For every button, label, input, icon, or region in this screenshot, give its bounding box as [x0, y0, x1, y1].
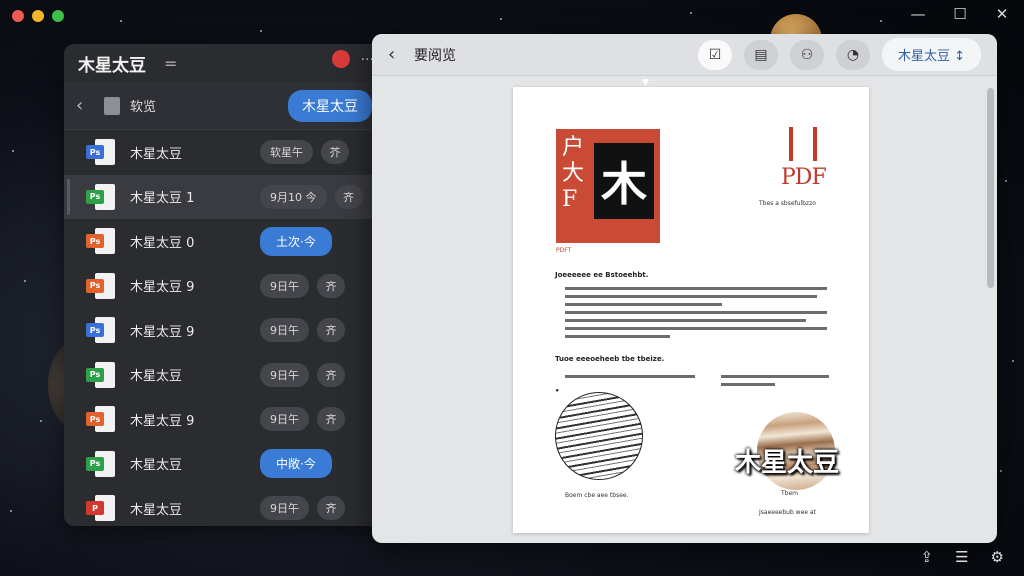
user-icon[interactable]: ⚇ — [789, 39, 824, 70]
bottom-toolbar: ⇪ ☰ ⚙ — [921, 548, 1004, 566]
file-list-panel: 木星太豆 = ··· ‹ 软览 木星太豆 Ps 木星太豆 软星午芥 Ps 木星太豆 19… — [64, 44, 384, 526]
close-icon[interactable]: ✕ — [994, 5, 1010, 23]
pdf-page: 户大F 木 PDFT PDF Tbes a sbsefulbzzo Joeeee… — [513, 87, 869, 533]
comment-icon[interactable]: ▤ — [743, 39, 778, 70]
file-name: 木星太豆 — [130, 502, 183, 518]
active-file-button[interactable]: 木星太豆 — [288, 89, 372, 122]
file-name: 木星太豆 9 — [130, 324, 195, 340]
traffic-lights — [12, 10, 64, 22]
file-icon: Ps — [86, 315, 118, 345]
preview-tools: ☑ ▤ ⚇ ◔ 木星太豆 ↕ — [697, 38, 981, 71]
file-selector-button[interactable]: 木星太豆 ↕ — [881, 38, 981, 71]
panel-nav: ‹ 软览 木星太豆 — [64, 82, 384, 130]
section-heading-2: Tuoe eeeoeheeb tbe tbeize. — [555, 355, 665, 363]
file-icon: Ps — [86, 449, 118, 479]
file-action-pill[interactable]: 齐 — [334, 184, 363, 209]
minimize-icon[interactable]: — — [910, 5, 926, 23]
share-icon[interactable]: ⇪ — [921, 548, 934, 566]
paragraph-2-right — [721, 375, 829, 391]
file-status-pill[interactable]: 中敞·今 — [260, 449, 332, 479]
pin-icon[interactable] — [332, 50, 350, 68]
section-heading-1: Joeeeeee ee Bstoeehbt. — [555, 271, 649, 279]
file-status-pill[interactable]: 9日午 — [260, 273, 309, 298]
restore-icon[interactable]: ☐ — [952, 5, 968, 23]
pdf-logo: PDF — [781, 127, 827, 190]
settings-icon[interactable]: ⚙ — [991, 548, 1004, 566]
file-row[interactable]: Ps 木星太豆 中敞·今 — [64, 442, 384, 487]
stamp-glyphs: 户大F — [562, 135, 585, 212]
file-row[interactable]: Ps 木星太豆 9 9日午齐 — [64, 308, 384, 353]
file-icon: Ps — [86, 360, 118, 390]
gauge-icon[interactable]: ◔ — [835, 39, 870, 70]
file-name: 木星太豆 1 — [130, 191, 195, 207]
file-status-pill[interactable]: 软星午 — [260, 140, 313, 165]
back-icon[interactable]: ‹ — [76, 95, 96, 116]
file-row[interactable]: Ps 木星太豆 9日午齐 — [64, 353, 384, 398]
checkbox-icon[interactable]: ☑ — [697, 39, 732, 70]
file-icon: Ps — [86, 182, 118, 212]
file-name: 木星太豆 0 — [130, 235, 195, 251]
panel-title: 木星太豆 — [78, 55, 146, 76]
file-action-pill[interactable]: 齐 — [317, 318, 345, 343]
file-status-pill[interactable]: 9日午 — [260, 362, 309, 387]
planet-sketch — [555, 392, 643, 480]
file-status-pill[interactable]: 土次·今 — [260, 226, 332, 256]
file-action-pill[interactable]: 齐 — [317, 362, 345, 387]
file-icon: Ps — [86, 404, 118, 434]
file-icon: Ps — [86, 271, 118, 301]
panel-header: 木星太豆 = ··· — [64, 44, 384, 82]
logo-stamp: 户大F 木 — [556, 129, 660, 243]
stamp-caption: PDFT — [556, 247, 572, 254]
breadcrumb: 软览 — [130, 100, 157, 115]
file-row[interactable]: Ps 木星太豆 9 9日午齐 — [64, 264, 384, 309]
file-row[interactable]: P 木星太豆 9日午齐 — [64, 486, 384, 526]
file-action-pill[interactable]: 芥 — [321, 140, 349, 165]
file-action-pill[interactable]: 齐 — [317, 496, 345, 521]
file-list: Ps 木星太豆 软星午芥 Ps 木星太豆 1 9月10 今齐 Ps 木星太豆 0 土次·今 Ps 木… — [64, 130, 384, 526]
file-action-pill[interactable]: 齐 — [317, 273, 345, 298]
file-name: 木星太豆 — [130, 146, 183, 162]
file-name: 木星太豆 9 — [130, 413, 195, 429]
file-status-pill[interactable]: 9日午 — [260, 318, 309, 343]
file-name: 木星太豆 9 — [130, 280, 195, 296]
minimize-window-button[interactable] — [32, 10, 44, 22]
paragraph-2-left — [565, 375, 695, 383]
file-row[interactable]: Ps 木星太豆 0 土次·今 — [64, 219, 384, 264]
file-row[interactable]: Ps 木星太豆 9 9日午齐 — [64, 397, 384, 442]
file-status-pill[interactable]: 9月10 今 — [260, 184, 327, 209]
file-icon: Ps — [86, 226, 118, 256]
preview-window: ‹ 要阅览 ☑ ▤ ⚇ ◔ 木星太豆 ↕ ▼ 户大F 木 PDFT PDF Tb… — [372, 34, 997, 543]
planet-label: 木星太豆 — [735, 448, 840, 478]
maximize-window-button[interactable] — [52, 10, 64, 22]
paragraph-1 — [565, 287, 827, 343]
file-name: 木星太豆 — [130, 458, 183, 474]
file-action-pill[interactable]: 齐 — [317, 407, 345, 432]
scrollbar[interactable] — [987, 88, 994, 288]
file-row[interactable]: Ps 木星太豆 软星午芥 — [64, 130, 384, 175]
document-icon — [104, 96, 120, 115]
caption-right-bottom: Jsaeeeebub wee at — [759, 509, 816, 516]
file-status-pill[interactable]: 9日午 — [260, 496, 309, 521]
file-icon: Ps — [86, 137, 118, 167]
file-row[interactable]: Ps 木星太豆 1 9月10 今齐 — [64, 174, 384, 219]
file-name: 木星太豆 — [130, 369, 183, 385]
window-controls: — ☐ ✕ — [910, 5, 1010, 23]
file-icon: P — [86, 493, 118, 523]
preview-toolbar: ‹ 要阅览 ☑ ▤ ⚇ ◔ 木星太豆 ↕ — [372, 34, 997, 76]
caption-left: Boem cbe aee tbsee. — [565, 492, 629, 499]
preview-title: 要阅览 — [414, 47, 456, 64]
back-icon[interactable]: ‹ — [388, 44, 414, 65]
close-window-button[interactable] — [12, 10, 24, 22]
menu-icon[interactable]: = — [164, 54, 177, 73]
pdf-subtitle: Tbes a sbsefulbzzo — [759, 200, 816, 207]
caption-right-top: Tbem — [781, 490, 799, 497]
bullet-mark: • — [555, 387, 560, 395]
stamp-main-glyph: 木 — [594, 143, 654, 219]
file-status-pill[interactable]: 9日午 — [260, 407, 309, 432]
pdf-label: PDF — [781, 165, 827, 190]
list-icon[interactable]: ☰ — [955, 548, 968, 566]
